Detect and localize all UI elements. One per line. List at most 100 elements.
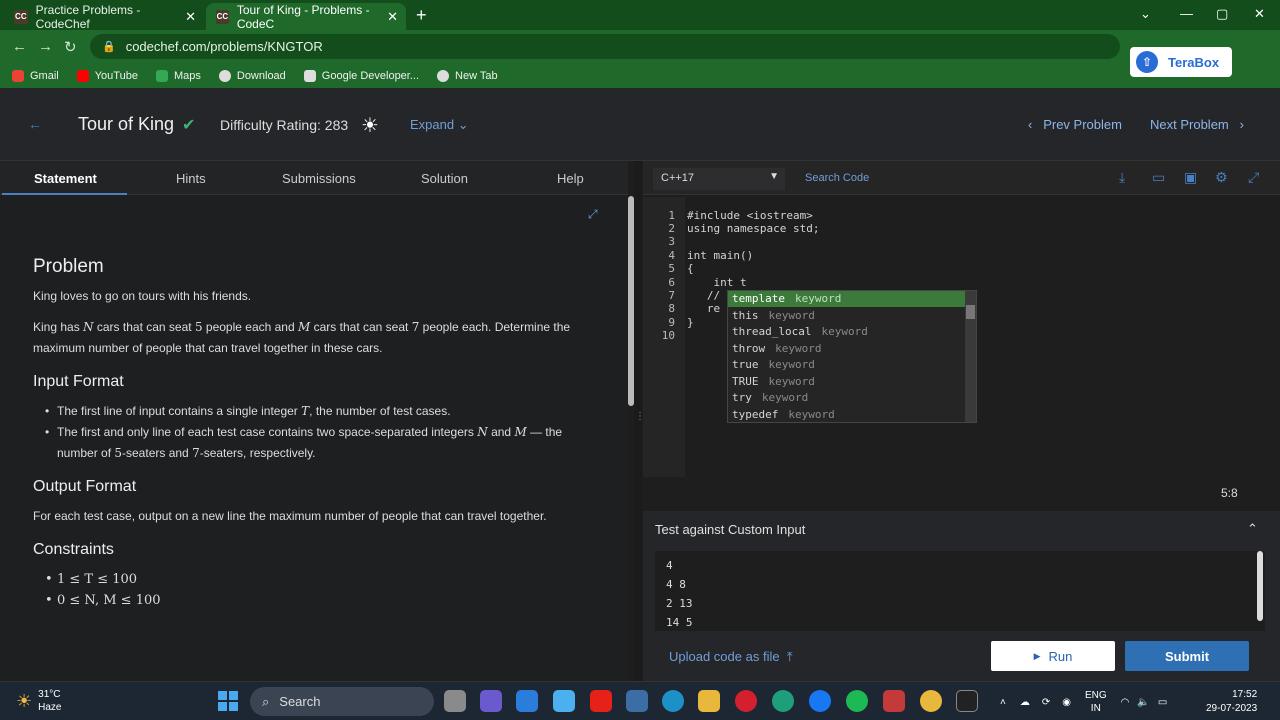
bookmark-youtube[interactable]: YouTube bbox=[76, 69, 138, 82]
next-problem-button[interactable]: Next Problem › bbox=[1150, 117, 1244, 132]
address-bar-row: ← → ↻ 🔒 codechef.com/problems/KNGTOR bbox=[0, 30, 1280, 63]
close-window-icon[interactable]: ✕ bbox=[1254, 6, 1265, 22]
autocomplete-scrollbar[interactable] bbox=[965, 291, 976, 422]
autocomplete-item[interactable]: try keyword bbox=[728, 390, 966, 406]
location-icon[interactable]: ◉ bbox=[1062, 697, 1071, 708]
line-number: 4 bbox=[668, 249, 675, 262]
forward-icon[interactable]: → bbox=[38, 38, 53, 55]
theme-toggle-sun-icon[interactable]: ☀ bbox=[361, 113, 379, 138]
list-item: 0 ≤ N, M ≤ 100 bbox=[45, 590, 593, 611]
custom-input-title[interactable]: Test against Custom Input bbox=[655, 522, 805, 537]
settings-gear-icon[interactable]: ⚙ bbox=[1215, 169, 1228, 186]
fullscreen-expand-icon[interactable]: ⤢ bbox=[588, 207, 598, 222]
problem-intro: King loves to go on tours with his frien… bbox=[33, 289, 252, 303]
store-icon[interactable] bbox=[626, 690, 648, 712]
code-editor-panel: C++17 ▼ Search Code ⤓ ▭ ▣ ⚙ ⤢ 1 2 3 4 5 6… bbox=[643, 161, 1280, 681]
fullscreen-icon[interactable]: ⤢ bbox=[1248, 169, 1259, 186]
code-line[interactable]: int main() bbox=[687, 249, 753, 262]
volume-icon[interactable]: 🔈 bbox=[1137, 697, 1149, 708]
weather-widget[interactable]: ☀ 31°C Haze bbox=[16, 688, 62, 714]
wifi-icon[interactable]: ◠ bbox=[1121, 697, 1130, 708]
prev-problem-button[interactable]: ‹ Prev Problem bbox=[1028, 117, 1122, 132]
terabox-label: TeraBox bbox=[1168, 54, 1220, 70]
code-line[interactable]: } bbox=[687, 316, 694, 329]
autocomplete-item[interactable]: typedef keyword bbox=[728, 407, 966, 423]
comment-icon[interactable]: ▭ bbox=[1152, 169, 1165, 186]
submit-button[interactable]: Submit bbox=[1125, 641, 1249, 671]
bookmark-google-developer[interactable]: Google Developer... bbox=[303, 69, 419, 82]
close-tab-icon[interactable]: ✕ bbox=[387, 9, 398, 25]
chevron-up-icon[interactable]: ˄ bbox=[1000, 697, 1006, 708]
bookmark-new-tab[interactable]: New Tab bbox=[437, 69, 498, 82]
new-tab-icon[interactable]: + bbox=[416, 5, 427, 26]
taskbar-search[interactable]: ⌕ Search bbox=[250, 687, 434, 716]
cortana-icon[interactable] bbox=[662, 690, 684, 712]
clock[interactable]: 17:52 29-07-2023 bbox=[1206, 688, 1257, 716]
sync-icon[interactable]: ⟳ bbox=[1042, 697, 1050, 708]
opera-icon[interactable] bbox=[735, 690, 757, 712]
cloud-icon[interactable]: ☁ bbox=[1020, 697, 1030, 708]
browser-tab-tour-of-king[interactable]: CC Tour of King - Problems - CodeC ✕ bbox=[206, 3, 406, 31]
run-button[interactable]: ▶ Run bbox=[991, 641, 1115, 671]
minimize-icon[interactable]: — bbox=[1180, 6, 1193, 21]
constraints-list: 1 ≤ T ≤ 100 0 ≤ N, M ≤ 100 bbox=[45, 569, 593, 611]
close-tab-icon[interactable]: ✕ bbox=[185, 9, 196, 25]
code-line[interactable]: #include <iostream> bbox=[687, 209, 813, 222]
bookmark-maps[interactable]: Maps bbox=[155, 69, 201, 82]
cursor-position: 5:8 bbox=[1221, 486, 1238, 500]
custom-input-scrollbar[interactable] bbox=[1257, 551, 1263, 621]
tab-solution[interactable]: Solution bbox=[421, 171, 468, 186]
paint-icon[interactable] bbox=[553, 690, 575, 712]
panel-resize-handle[interactable]: ⋮ bbox=[634, 161, 645, 681]
code-line[interactable]: using namespace std; bbox=[687, 222, 819, 235]
bookmark-download[interactable]: Download bbox=[218, 69, 286, 82]
cloud-upload-icon: ⇧ bbox=[1136, 51, 1158, 73]
task-view-icon[interactable] bbox=[444, 690, 466, 712]
code-line[interactable]: // bbox=[687, 289, 720, 302]
language-indicator[interactable]: ENG IN bbox=[1085, 689, 1107, 715]
facebook-icon[interactable] bbox=[809, 690, 831, 712]
file-explorer-icon[interactable] bbox=[698, 690, 720, 712]
tab-help[interactable]: Help bbox=[557, 171, 584, 186]
language-select[interactable]: C++17 ▼ bbox=[653, 168, 785, 190]
output-format-text: For each test case, output on a new line… bbox=[33, 509, 547, 523]
youtube-app-icon[interactable] bbox=[590, 690, 612, 712]
back-icon[interactable]: ← bbox=[12, 38, 27, 55]
code-line[interactable]: { bbox=[687, 262, 694, 275]
autocomplete-item[interactable]: TRUE keyword bbox=[728, 374, 966, 390]
chrome-icon[interactable] bbox=[920, 690, 942, 712]
teams-icon[interactable] bbox=[480, 690, 502, 712]
url-field[interactable]: 🔒 codechef.com/problems/KNGTOR bbox=[90, 34, 1120, 59]
download-icon[interactable]: ⤓ bbox=[1119, 169, 1125, 186]
upload-code-link[interactable]: Upload code as file ⤒ bbox=[669, 649, 793, 665]
autocomplete-item[interactable]: true keyword bbox=[728, 357, 966, 373]
tab-submissions[interactable]: Submissions bbox=[282, 171, 356, 186]
edge-icon[interactable] bbox=[772, 690, 794, 712]
code-line[interactable]: int t bbox=[687, 276, 746, 289]
app-icon[interactable] bbox=[883, 690, 905, 712]
tab-search-icon[interactable]: ⌄ bbox=[1140, 6, 1151, 22]
chevron-up-icon[interactable]: ⌃ bbox=[1247, 521, 1258, 537]
expand-button[interactable]: Expand ⌄ bbox=[410, 117, 469, 133]
tab-statement[interactable]: Statement bbox=[34, 171, 97, 186]
browser-tab-practice[interactable]: CC Practice Problems - CodeChef ✕ bbox=[4, 3, 204, 31]
terabox-extension-button[interactable]: ⇧ TeraBox bbox=[1130, 47, 1232, 77]
custom-input-textarea[interactable]: 4 4 8 2 13 14 5 bbox=[655, 551, 1265, 631]
search-code-input[interactable]: Search Code bbox=[805, 172, 869, 184]
code-line[interactable]: re bbox=[687, 302, 720, 315]
autocomplete-item[interactable]: throw keyword bbox=[728, 341, 966, 357]
reload-icon[interactable]: ↻ bbox=[64, 38, 77, 56]
maximize-icon[interactable]: ▢ bbox=[1216, 6, 1228, 22]
bookmark-gmail[interactable]: Gmail bbox=[12, 69, 59, 82]
autocomplete-item[interactable]: this keyword bbox=[728, 308, 966, 324]
tab-hints[interactable]: Hints bbox=[176, 171, 206, 186]
spotify-icon[interactable] bbox=[846, 690, 868, 712]
battery-icon[interactable]: ▭ bbox=[1158, 697, 1167, 708]
windows-start-icon[interactable] bbox=[218, 691, 238, 711]
save-icon[interactable]: ▣ bbox=[1184, 169, 1197, 186]
back-arrow-icon[interactable]: ← bbox=[28, 116, 42, 132]
vscode-icon[interactable] bbox=[516, 690, 538, 712]
autocomplete-item[interactable]: template keyword bbox=[728, 291, 966, 307]
autocomplete-item[interactable]: thread_local keyword bbox=[728, 324, 966, 340]
terminal-icon[interactable] bbox=[956, 690, 978, 712]
